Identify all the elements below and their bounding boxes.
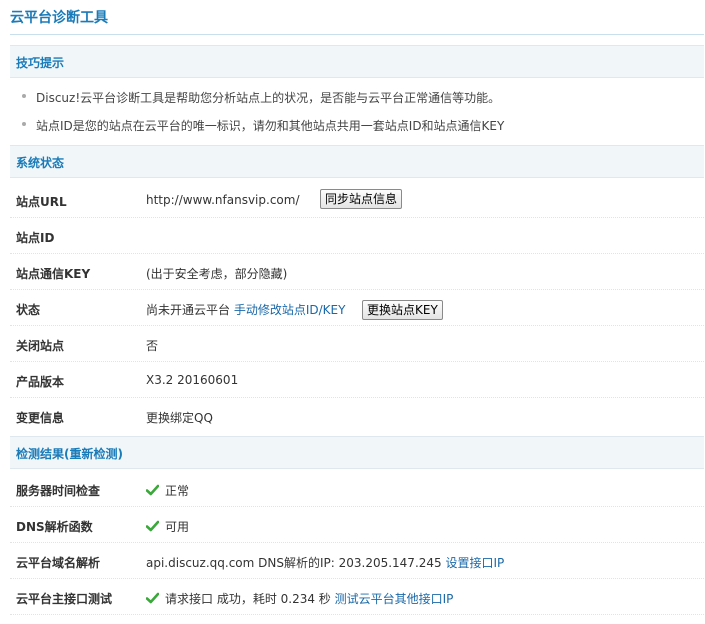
system-section-header: 系统状态: [10, 145, 704, 178]
row-site-id: 站点ID: [10, 218, 704, 254]
time-check-label: 服务器时间检查: [16, 484, 101, 498]
detect-header-label[interactable]: 检测结果(重新检测): [16, 445, 123, 462]
dns-func-value: 可用: [165, 520, 190, 534]
rebind-qq-link[interactable]: 更换绑定QQ: [146, 409, 213, 426]
row-dns-func: DNS解析函数 可用: [10, 507, 704, 543]
tips-section-header: 技巧提示: [10, 45, 704, 78]
row-site-key: 站点通信KEY (出于安全考虑，部分隐藏): [10, 254, 704, 290]
set-api-ip-link[interactable]: 设置接口IP: [446, 556, 505, 570]
time-check-value: 正常: [165, 484, 190, 498]
check-icon: [146, 520, 159, 532]
bullet-icon: [22, 94, 26, 98]
domain-resolve-value: api.discuz.qq.com DNS解析的IP: 203.205.147.…: [146, 556, 442, 570]
check-icon: [146, 592, 159, 604]
dns-func-label: DNS解析函数: [16, 520, 93, 534]
row-site-url: 站点URL http://www.nfansvip.com/ 同步站点信息: [10, 182, 704, 218]
page-title: 云平台诊断工具: [10, 10, 108, 26]
tips-header-label: 技巧提示: [16, 56, 65, 70]
time-check-value-line: 正常: [146, 482, 189, 499]
row-status: 状态 尚未开通云平台 手动修改站点ID/KEY 更换站点KEY: [10, 290, 704, 326]
row-closed: 关闭站点 否: [10, 326, 704, 362]
change-site-key-button[interactable]: 更换站点KEY: [362, 300, 443, 320]
site-key-value: (出于安全考虑，部分隐藏): [146, 267, 288, 281]
domain-resolve-label: 云平台域名解析: [16, 556, 101, 570]
dns-func-value-line: 可用: [146, 518, 189, 535]
sync-site-info-button[interactable]: 同步站点信息: [320, 189, 403, 209]
bullet-icon: [22, 122, 26, 126]
detect-section-header: 检测结果(重新检测): [10, 436, 704, 469]
title-divider: [10, 34, 704, 35]
row-change-info: 变更信息 更换绑定QQ: [10, 398, 704, 434]
closed-label: 关闭站点: [16, 339, 65, 353]
row-time-check: 服务器时间检查 正常: [10, 471, 704, 507]
check-icon: [146, 484, 159, 496]
tip-text: Discuz!云平台诊断工具是帮助您分析站点上的状况，是否能与云平台正常通信等功…: [36, 91, 501, 105]
version-label: 产品版本: [16, 375, 65, 389]
site-url-value: http://www.nfansvip.com/: [146, 193, 300, 207]
api-test-value: 请求接口 成功，耗时 0.234 秒: [165, 592, 331, 606]
api-test-value-line: 请求接口 成功，耗时 0.234 秒 测试云平台其他接口IP: [146, 590, 453, 607]
site-key-label: 站点通信KEY: [16, 267, 91, 281]
change-info-label: 变更信息: [16, 411, 65, 425]
site-id-label: 站点ID: [16, 231, 55, 245]
status-value-line: 尚未开通云平台 手动修改站点ID/KEY: [146, 301, 345, 318]
version-value: X3.2 20160601: [146, 373, 239, 387]
status-label: 状态: [16, 303, 41, 317]
row-api-test: 云平台主接口测试 请求接口 成功，耗时 0.234 秒 测试云平台其他接口IP: [10, 579, 704, 615]
closed-value: 否: [146, 339, 159, 353]
domain-resolve-value-line: api.discuz.qq.com DNS解析的IP: 203.205.147.…: [146, 554, 504, 571]
site-url-label: 站点URL: [16, 195, 67, 209]
status-value: 尚未开通云平台: [146, 303, 231, 317]
test-other-api-ip-link[interactable]: 测试云平台其他接口IP: [335, 592, 454, 606]
system-header-label: 系统状态: [16, 156, 65, 170]
edit-site-id-key-link[interactable]: 手动修改站点ID/KEY: [234, 303, 346, 317]
api-test-label: 云平台主接口测试: [16, 592, 113, 606]
row-domain-resolve: 云平台域名解析 api.discuz.qq.com DNS解析的IP: 203.…: [10, 543, 704, 579]
tip-text: 站点ID是您的站点在云平台的唯一标识，请勿和其他站点共用一套站点ID和站点通信K…: [36, 119, 505, 133]
row-version: 产品版本 X3.2 20160601: [10, 362, 704, 398]
